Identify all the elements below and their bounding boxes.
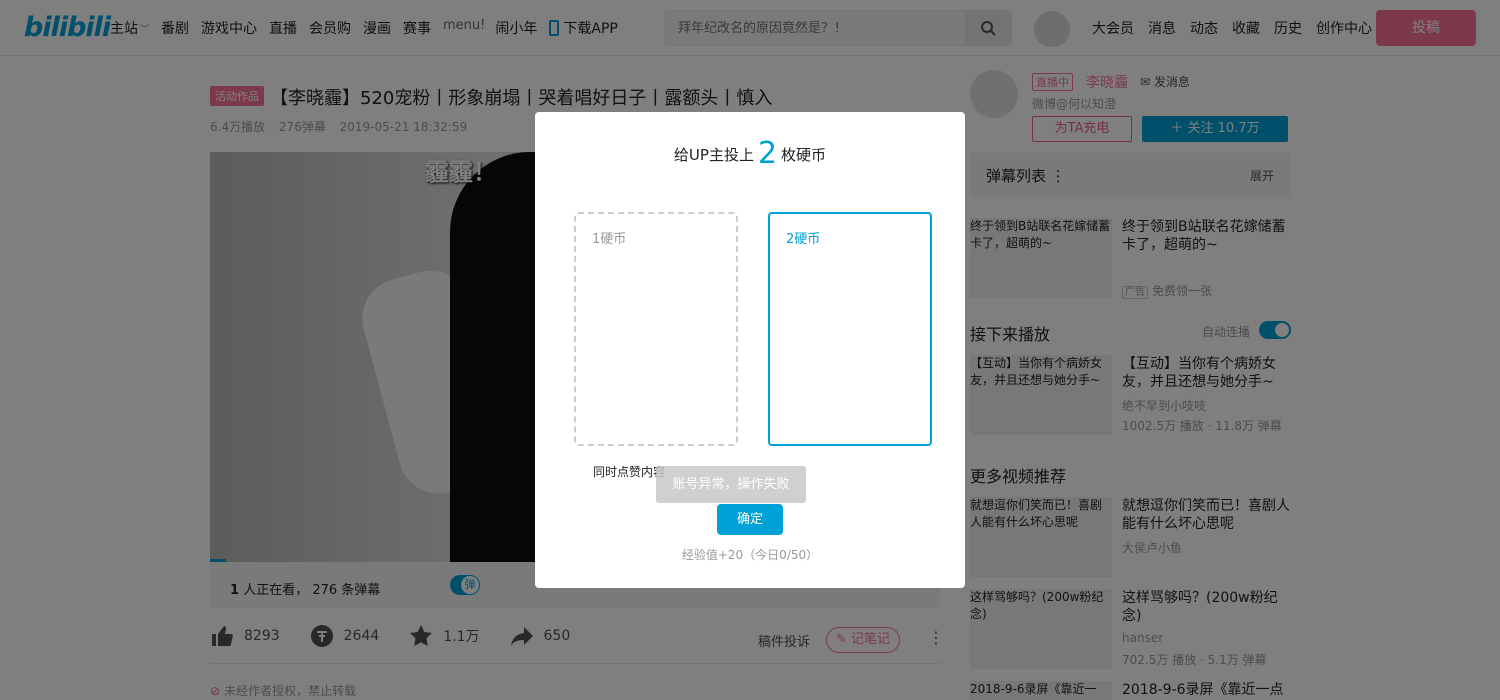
coin-option-2[interactable]: 2硬币 — [768, 212, 932, 446]
confirm-button[interactable]: 确定 — [717, 504, 783, 535]
coin-number: 2 — [757, 136, 778, 171]
like-too-checkbox[interactable]: 同时点赞内容 — [593, 463, 665, 480]
experience-info: 经验值+20（今日0/50） — [681, 548, 819, 562]
coin-option-1[interactable]: 1硬币 — [574, 212, 738, 446]
coin-option-2-label: 2硬币 — [786, 232, 821, 247]
coin-option-1-label: 1硬币 — [592, 232, 627, 247]
error-toast: 账号异常，操作失败 — [656, 466, 806, 503]
coin-dialog-title: 给UP主投上 2 枚硬币 — [673, 136, 827, 171]
coin-dialog: 给UP主投上 2 枚硬币 1硬币 2硬币 同时点赞内容 账号异常，操作失败 确定 经… — [535, 112, 965, 588]
